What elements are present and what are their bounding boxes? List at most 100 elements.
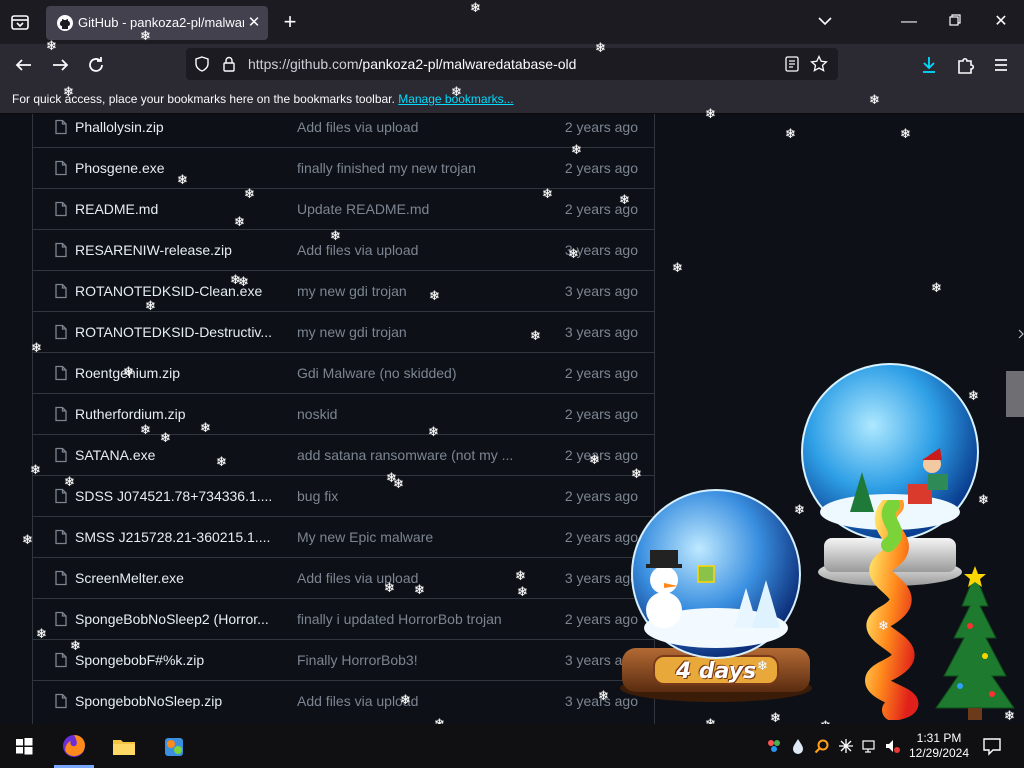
file-row[interactable]: SpongeBobNoSleep2 (Horror... finally i up…	[33, 598, 654, 639]
file-row[interactable]: SMSS J215728.21-360215.1.... My new Epic …	[33, 516, 654, 557]
file-name-link[interactable]: Roentgenium.zip	[75, 365, 275, 381]
file-name-link[interactable]: ROTANOTEDKSID-Clean.exe	[75, 283, 275, 299]
file-icon	[53, 447, 69, 463]
manage-bookmarks-link[interactable]: Manage bookmarks...	[398, 92, 513, 106]
file-row[interactable]: ROTANOTEDKSID-Clean.exe my new gdi trojan…	[33, 270, 654, 311]
file-name-link[interactable]: README.md	[75, 201, 275, 217]
back-arrow-icon[interactable]	[11, 52, 37, 78]
commit-message-link[interactable]: finally finished my new trojan	[297, 160, 517, 176]
file-icon	[53, 365, 69, 381]
commit-message-link[interactable]: my new gdi trojan	[297, 283, 517, 299]
bookmarks-toolbar: For quick access, place your bookmarks h…	[0, 84, 1024, 114]
file-row[interactable]: SDSS J074521.78+734336.1.... bug fix 2 yea…	[33, 475, 654, 516]
file-icon	[53, 529, 69, 545]
scrollbar-thumb[interactable]	[1006, 371, 1024, 417]
close-icon[interactable]: ✕	[244, 13, 264, 33]
firefox-icon[interactable]	[58, 730, 90, 762]
colorful-tray-icon[interactable]	[766, 738, 782, 754]
url-bar[interactable]: https://github.com/pankoza2-pl/malwareda…	[186, 48, 838, 80]
tab-bar: GitHub - pankoza2-pl/malwaredatabase-old…	[0, 0, 1024, 44]
file-name-link[interactable]: ROTANOTEDKSID-Destructiv...	[75, 324, 275, 340]
star-icon[interactable]	[810, 54, 828, 73]
clock-date: 12/29/2024	[908, 746, 970, 760]
commit-message-link[interactable]: Add files via upload	[297, 570, 517, 586]
file-icon	[53, 652, 69, 668]
file-name-link[interactable]: SATANA.exe	[75, 447, 275, 463]
chevron-down-icon[interactable]	[810, 8, 840, 36]
file-name-link[interactable]: RESARENIW-release.zip	[75, 242, 275, 258]
commit-message-link[interactable]: finally i updated HorrorBob trojan	[297, 611, 517, 627]
url-path: /pankoza2-pl/malwaredatabase-old	[358, 56, 577, 72]
file-explorer-icon[interactable]	[108, 730, 140, 762]
file-icon	[53, 693, 69, 709]
file-row[interactable]: SpongebobF#%k.zip Finally HorrorBob3! 3 ye…	[33, 639, 654, 680]
file-name-link[interactable]: Phallolysin.zip	[75, 119, 275, 135]
file-row[interactable]: ScreenMelter.exe Add files via upload 3 ye…	[33, 557, 654, 598]
network-icon[interactable]	[862, 738, 878, 754]
search-icon[interactable]	[814, 738, 830, 754]
reload-icon[interactable]	[83, 52, 109, 78]
file-row[interactable]: SpongebobNoSleep.zip Add files via upload…	[33, 680, 654, 721]
file-row[interactable]: ROTANOTEDKSID-Destructiv... my new gdi tr…	[33, 311, 654, 352]
minimize-icon[interactable]: —	[894, 8, 924, 36]
restore-icon[interactable]	[940, 8, 970, 36]
plus-icon[interactable]: +	[278, 10, 302, 34]
file-icon	[53, 201, 69, 217]
commit-message-link[interactable]: noskid	[297, 406, 517, 422]
file-icon	[53, 324, 69, 340]
app-icon[interactable]	[158, 730, 190, 762]
system-clock[interactable]: 1:31 PM 12/29/2024	[904, 731, 974, 761]
file-row[interactable]: README.md Update README.md 2 years ago	[33, 188, 654, 229]
commit-message-link[interactable]: Update README.md	[297, 201, 517, 217]
file-row[interactable]: Rutherfordium.zip noskid 2 years ago	[33, 393, 654, 434]
tab-list-icon[interactable]	[8, 10, 32, 34]
commit-message-link[interactable]: bug fix	[297, 488, 517, 504]
file-icon	[53, 570, 69, 586]
file-row[interactable]: RESARENIW-release.zip Add files via uploa…	[33, 229, 654, 270]
hamburger-menu-icon[interactable]	[988, 52, 1014, 78]
file-name-link[interactable]: SpongeBobNoSleep2 (Horror...	[75, 611, 275, 627]
file-name-link[interactable]: Phosgene.exe	[75, 160, 275, 176]
puzzle-icon[interactable]	[952, 52, 978, 78]
chevron-right-icon	[1018, 326, 1024, 339]
file-name-link[interactable]: SMSS J215728.21-360215.1....	[75, 529, 275, 545]
github-icon	[56, 14, 74, 32]
commit-message-link[interactable]: Gdi Malware (no skidded)	[297, 365, 517, 381]
droplet-icon[interactable]	[790, 738, 806, 754]
file-name-link[interactable]: ScreenMelter.exe	[75, 570, 275, 586]
file-name-link[interactable]: SDSS J074521.78+734336.1....	[75, 488, 275, 504]
commit-message-link[interactable]: add satana ransomware (not my ...	[297, 447, 517, 463]
file-row[interactable]: SATANA.exe add satana ransomware (not my …	[33, 434, 654, 475]
file-row[interactable]: Phosgene.exe finally finished my new troj…	[33, 147, 654, 188]
active-tab[interactable]: GitHub - pankoza2-pl/malwaredatabase-old…	[46, 6, 268, 40]
commit-message-link[interactable]: Finally HorrorBob3!	[297, 652, 517, 668]
commit-age: 2 years ago	[564, 406, 638, 422]
file-row[interactable]: Roentgenium.zip Gdi Malware (no skidded) 2…	[33, 352, 654, 393]
download-icon[interactable]	[916, 52, 942, 78]
screen: GitHub - pankoza2-pl/malwaredatabase-old…	[0, 0, 1024, 768]
file-name-link[interactable]: SpongebobF#%k.zip	[75, 652, 275, 668]
reader-view-icon[interactable]	[784, 56, 800, 72]
file-name-link[interactable]: SpongebobNoSleep.zip	[75, 693, 275, 709]
volume-muted-icon[interactable]	[884, 738, 900, 754]
countdown-days-label: 4 days	[675, 659, 757, 684]
lock-icon[interactable]	[222, 56, 236, 72]
window-close-icon[interactable]: ✕	[986, 8, 1016, 36]
forward-arrow-icon[interactable]	[47, 52, 73, 78]
notification-icon[interactable]	[982, 736, 1002, 756]
file-name-link[interactable]: Rutherfordium.zip	[75, 406, 275, 422]
commit-message-link[interactable]: Add files via upload	[297, 242, 517, 258]
shield-icon[interactable]	[194, 56, 210, 72]
commit-message-link[interactable]: Add files via upload	[297, 119, 517, 135]
file-row[interactable]: Phallolysin.zip Add files via upload 2 yea…	[33, 114, 654, 147]
commit-message-link[interactable]: Add files via upload	[297, 693, 517, 709]
sparkle-icon[interactable]	[838, 738, 854, 754]
file-list: Phallolysin.zip Add files via upload 2 yea…	[32, 114, 655, 724]
file-icon	[53, 119, 69, 135]
commit-message-link[interactable]: My new Epic malware	[297, 529, 517, 545]
commit-message-link[interactable]: my new gdi trojan	[297, 324, 517, 340]
bookmarks-hint: For quick access, place your bookmarks h…	[12, 92, 395, 106]
file-icon	[53, 488, 69, 504]
windows-start-icon[interactable]	[8, 730, 40, 762]
file-icon	[53, 611, 69, 627]
